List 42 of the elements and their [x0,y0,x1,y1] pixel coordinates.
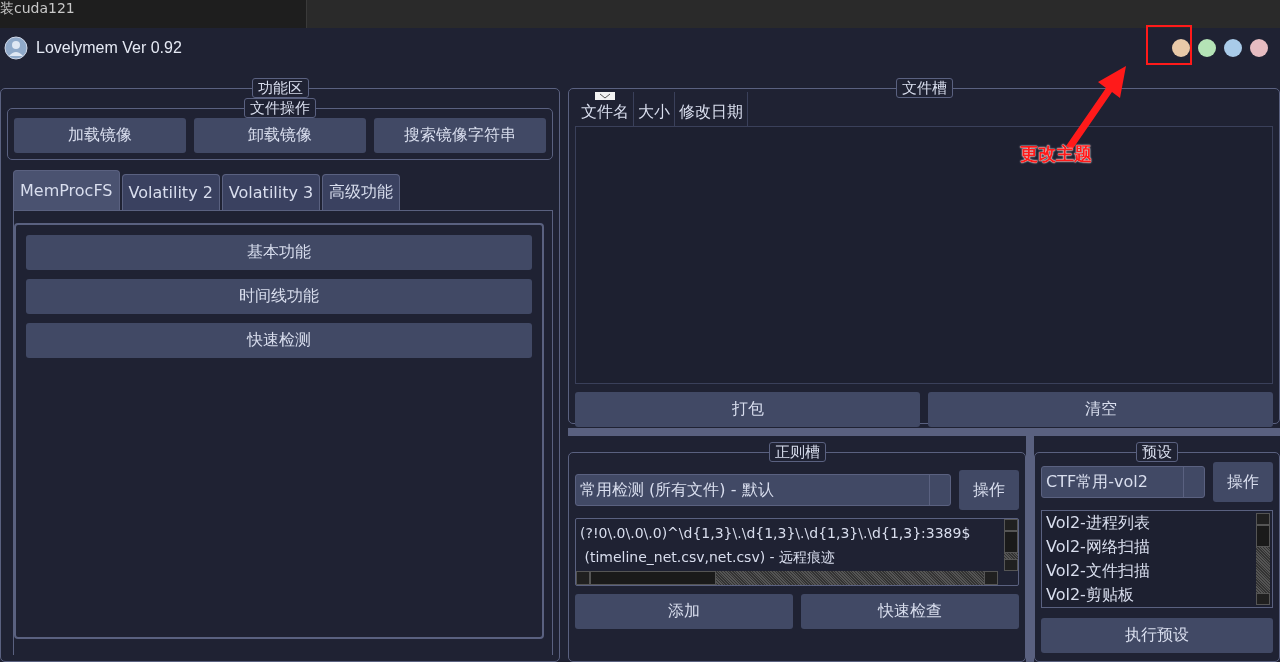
regex-text-area[interactable]: (?!0\.0\.0\.0)^\d{1,3}\.\d{1,3}\.\d{1,3}\.\d{1,3}:3389$ (timeline_net.csv,net.csv) - 远程痕迹 [575,518,1019,586]
regex-dropdown[interactable]: 常用检测 (所有文件) - 默认 [575,474,951,506]
horizontal-scrollbar[interactable] [576,571,998,585]
window-text: 装cuda121 [0,0,75,16]
group-title: 文件槽 [895,78,953,98]
list-item[interactable]: Vol2-文件扫描 [1046,559,1254,583]
operate-button[interactable]: 操作 [1213,462,1273,502]
app-avatar-icon [4,36,28,60]
theme-button[interactable] [1198,39,1216,57]
action-button[interactable]: 卸载镜像 [194,118,366,153]
action-button[interactable]: 清空 [928,392,1273,427]
action-button[interactable]: 搜索镜像字符串 [374,118,546,153]
function-button[interactable]: 时间线功能 [26,279,532,314]
group-title: 文件操作 [244,98,316,118]
preset-dropdown[interactable]: CTF常用-vol2 [1041,466,1205,498]
function-button[interactable]: 基本功能 [26,235,532,270]
sort-indicator-icon [595,92,615,100]
action-button[interactable]: 加载镜像 [14,118,186,153]
action-button[interactable]: 快速检查 [801,594,1019,629]
vertical-scrollbar[interactable] [1256,513,1270,605]
tab[interactable]: MemProcFS [13,170,120,210]
annotation-label: 更改主题 [1020,142,1092,166]
tab[interactable]: Volatility 2 [121,174,220,210]
theme-button[interactable] [1224,39,1242,57]
run-preset-button[interactable]: 执行预设 [1041,618,1273,653]
group-title: 正则槽 [768,442,826,462]
group-title: 功能区 [251,78,309,98]
group-title: 预设 [1136,442,1178,462]
action-button[interactable]: 打包 [575,392,920,427]
list-item[interactable]: Vol2-进程列表 [1046,511,1254,535]
theme-button[interactable] [1172,39,1190,57]
operate-button[interactable]: 操作 [959,470,1019,510]
tab[interactable]: Volatility 3 [221,174,321,210]
highlight-frame [1146,25,1192,65]
function-button[interactable]: 快速检测 [26,323,532,358]
list-item[interactable]: Vol2-网络扫描 [1046,535,1254,559]
window-title: Lovelymem Ver 0.92 [36,39,182,57]
list-item[interactable]: Vol2-剪贴板 [1046,583,1254,607]
action-button[interactable]: 添加 [575,594,793,629]
tab[interactable]: 高级功能 [322,174,401,210]
theme-button[interactable] [1250,39,1268,57]
vertical-scrollbar[interactable] [1004,519,1018,571]
